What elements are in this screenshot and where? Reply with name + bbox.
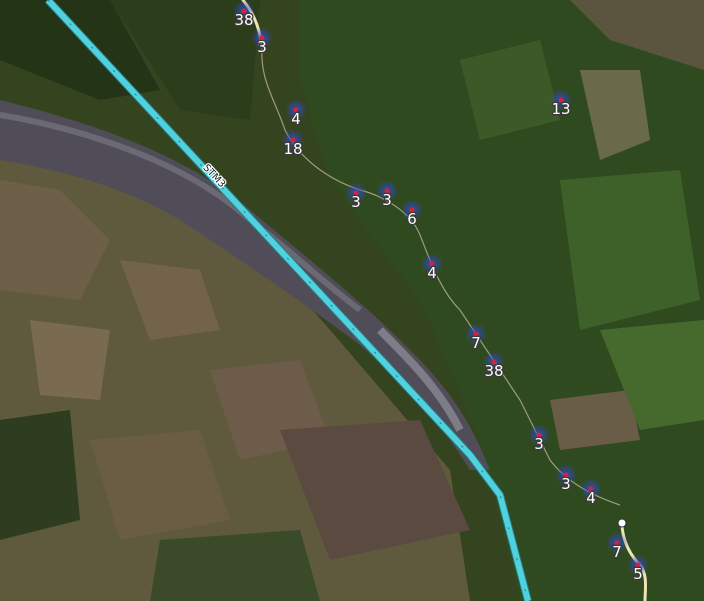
cluster-count-label: 4 [586, 489, 596, 507]
satellite-map[interactable]: STM3 3834183 3647383347513 [0, 0, 704, 601]
cluster-count-label: 3 [351, 193, 361, 211]
observation-cluster[interactable]: 18 [282, 129, 304, 159]
trail-waypoint[interactable] [617, 518, 627, 528]
cluster-count-label: 38 [234, 11, 253, 29]
cluster-count-label: 7 [612, 543, 622, 561]
cluster-count-label: 3 [257, 38, 267, 56]
cluster-count-label: 4 [427, 264, 437, 282]
cluster-count-label: 3 [382, 191, 392, 209]
cluster-count-label: 7 [471, 334, 481, 352]
cluster-count-label: 5 [633, 565, 643, 583]
cluster-count-label: 3 [561, 475, 571, 493]
cluster-count-label: 3 [534, 435, 544, 453]
observation-cluster[interactable]: 38 [483, 351, 505, 381]
cluster-count-label: 6 [407, 210, 417, 228]
cluster-count-label: 18 [283, 140, 302, 158]
observation-cluster[interactable]: 38 [233, 0, 255, 30]
cluster-count-label: 4 [291, 110, 301, 128]
cluster-count-label: 13 [551, 100, 570, 118]
observation-cluster[interactable]: 13 [550, 89, 572, 119]
cluster-count-label: 38 [484, 362, 503, 380]
